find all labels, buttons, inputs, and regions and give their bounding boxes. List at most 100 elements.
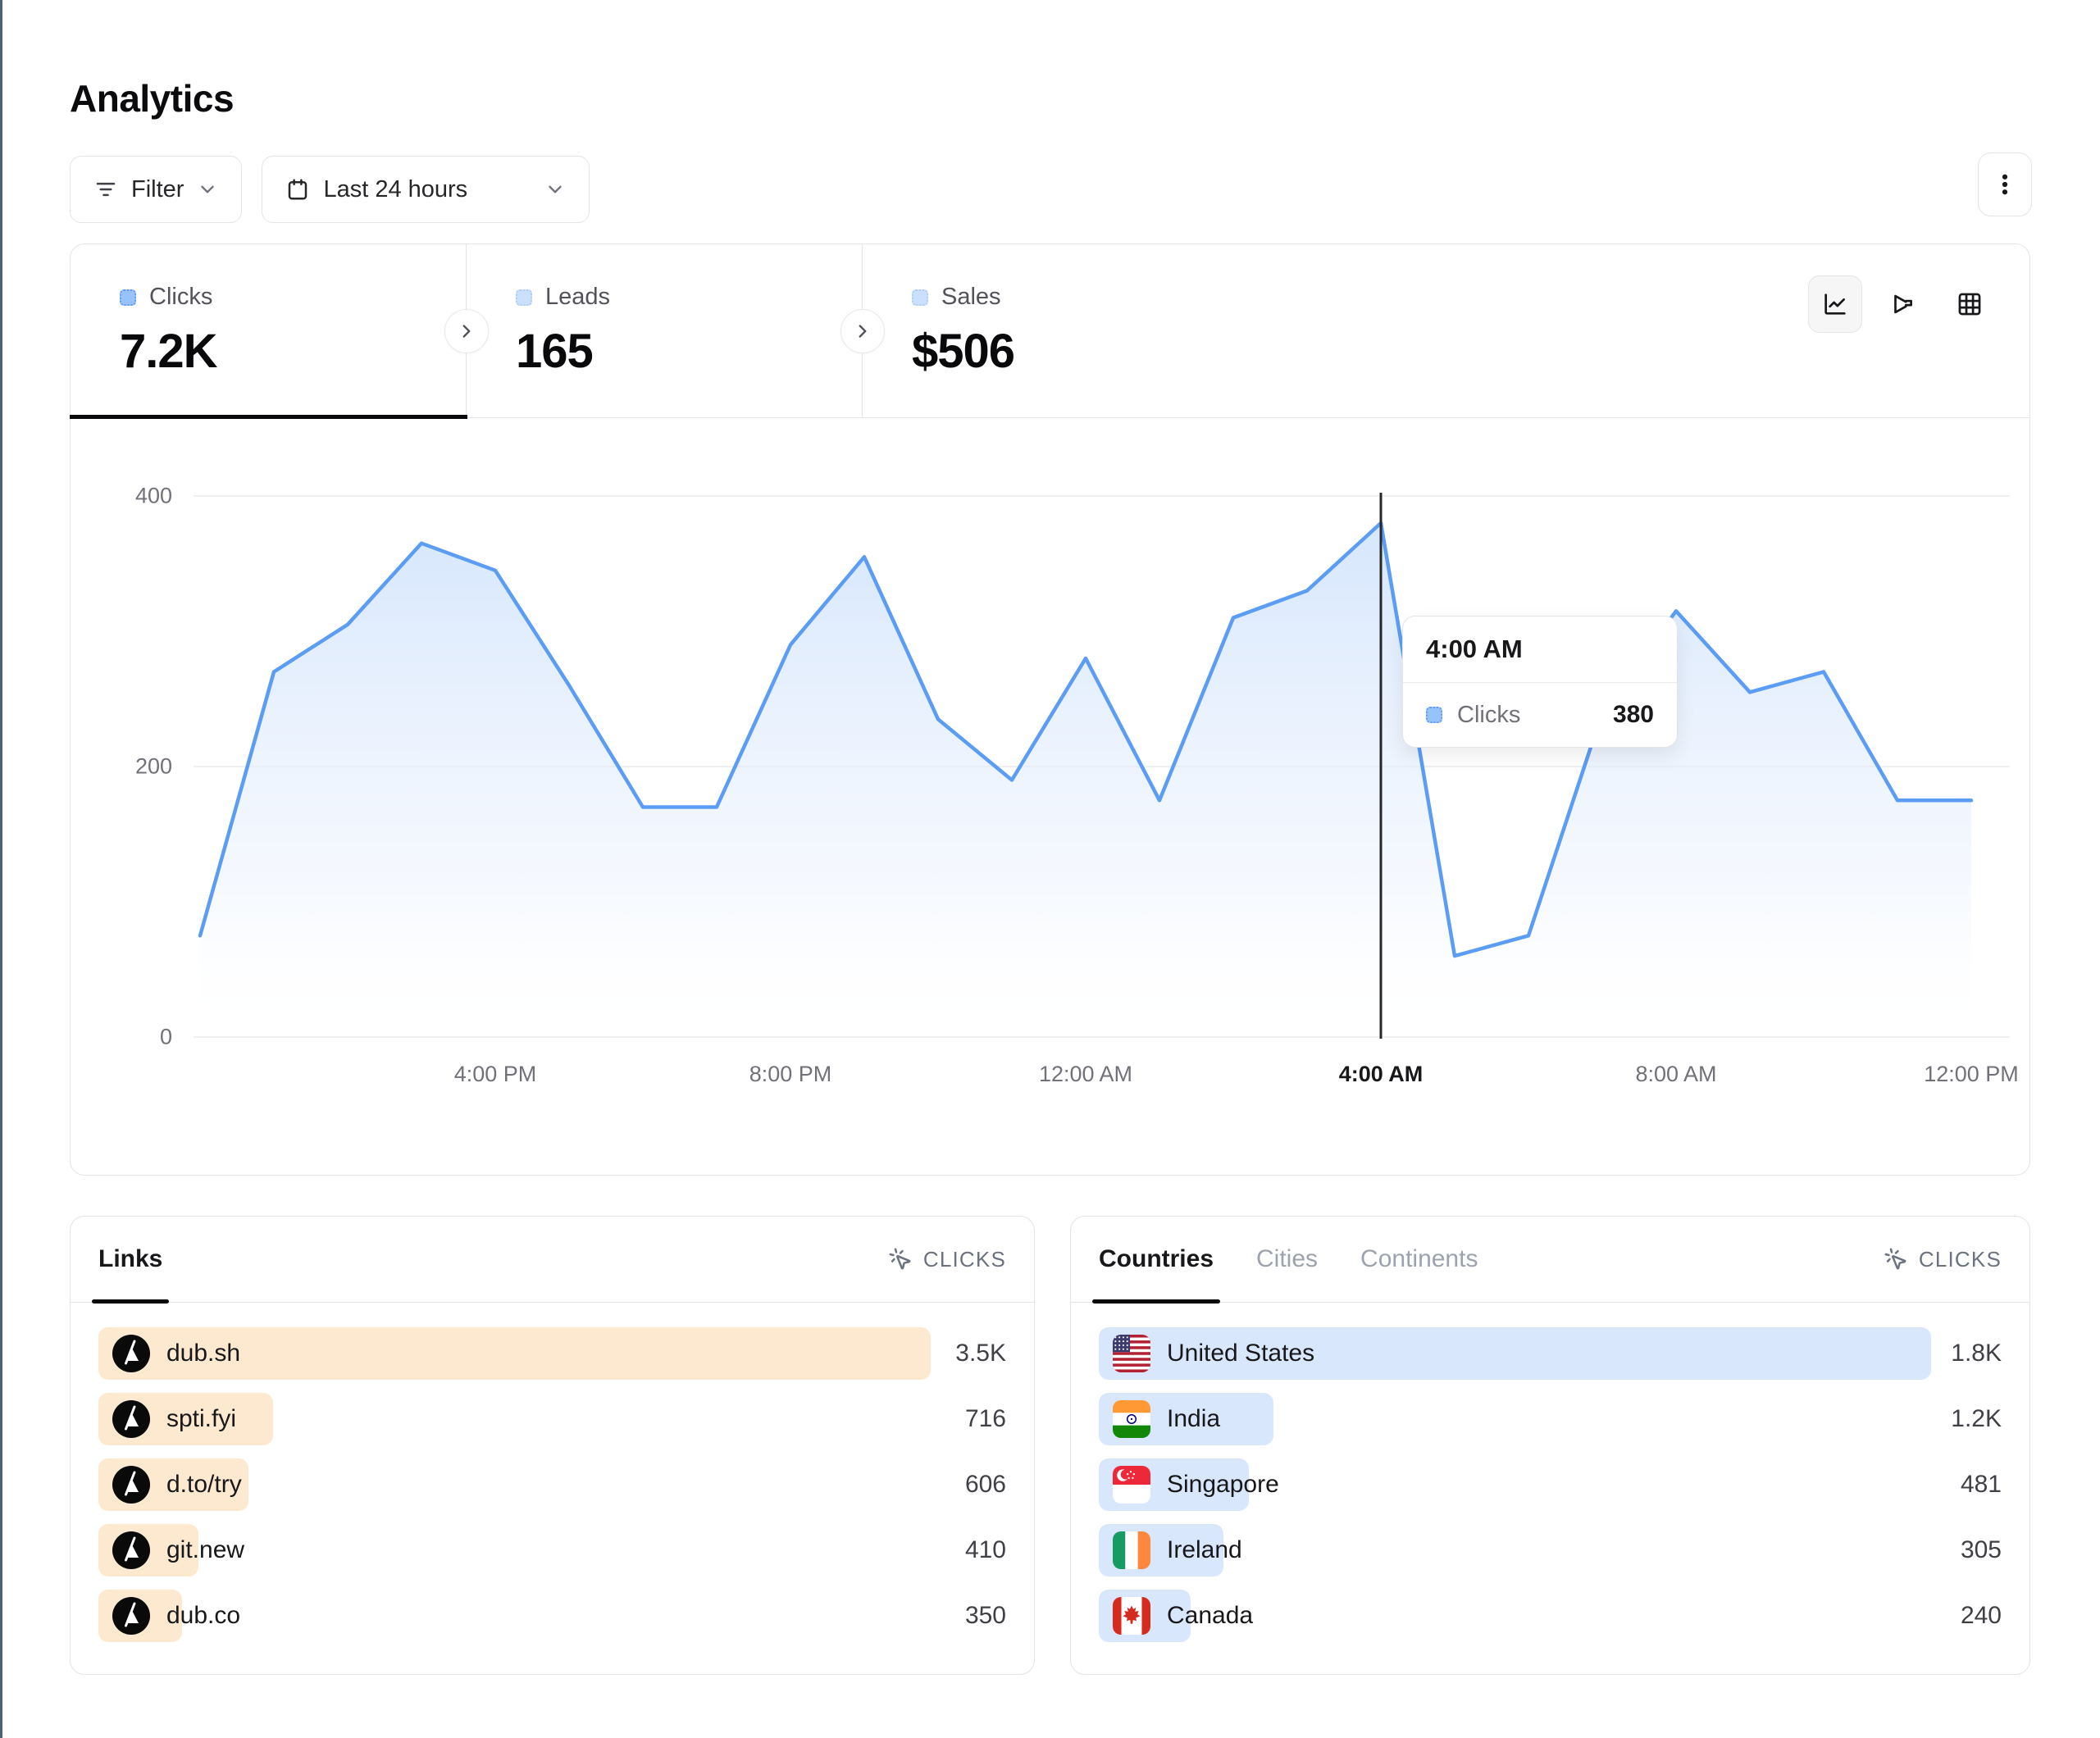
tooltip-time: 4:00 AM [1403, 616, 1677, 683]
tab-countries[interactable]: Countries [1099, 1217, 1214, 1302]
filter-icon [93, 177, 118, 202]
country-row[interactable]: Singapore 481 [1099, 1458, 2002, 1511]
row-name: dub.co [166, 1602, 240, 1630]
tooltip-series-label: Clicks [1457, 702, 1520, 729]
row-name: dub.sh [166, 1340, 240, 1367]
date-range-button[interactable]: Last 24 hours [262, 156, 590, 223]
links-panel: Links CLICKS dub.sh 3.5K spti.fyi 716 d.to/t… [70, 1216, 1035, 1675]
grid-icon [1956, 290, 1984, 318]
metric-value: $506 [912, 324, 1259, 379]
tooltip-value: 380 [1613, 701, 1654, 729]
row-value: 410 [965, 1536, 1006, 1564]
x-tick-label: 4:00 AM [1339, 1062, 1424, 1087]
country-row[interactable]: Ireland 305 [1099, 1524, 2002, 1576]
dots-vertical-icon [1991, 171, 2019, 198]
metric-tabs-row: Clicks 7.2K Leads 165 Sales $506 [71, 244, 2029, 418]
clicks-chart[interactable]: 4002000 4:00 PM8:00 PM12:00 AM4:00 AM8:0… [194, 493, 2010, 1042]
row-value: 305 [1961, 1536, 2002, 1564]
in-flag-icon [1113, 1400, 1150, 1438]
tab-continents[interactable]: Continents [1360, 1217, 1478, 1302]
tab-links-label: Links [98, 1245, 162, 1273]
row-name: India [1167, 1405, 1220, 1433]
row-value: 3.5K [955, 1340, 1006, 1367]
filter-button-label: Filter [131, 176, 184, 203]
row-name: git.new [166, 1536, 244, 1564]
left-edge-accent [0, 0, 2, 1738]
tab-sales[interactable]: Sales $506 [863, 244, 1259, 417]
dub-logo-icon [112, 1466, 150, 1504]
tab-clicks[interactable]: Clicks 7.2K [71, 244, 467, 417]
area-chart-svg [194, 493, 2010, 1042]
tab-leads[interactable]: Leads 165 [467, 244, 863, 417]
link-row[interactable]: dub.sh 3.5K [98, 1327, 1006, 1380]
metric-value: 7.2K [120, 324, 466, 379]
area-fill [200, 523, 1971, 1037]
metric-label: Clicks [149, 284, 212, 311]
cursor-click-icon [888, 1247, 913, 1272]
analytics-card: Clicks 7.2K Leads 165 Sales $506 [70, 243, 2030, 1176]
dub-logo-icon [112, 1400, 150, 1438]
y-tick-label: 0 [160, 1025, 172, 1050]
x-tick-label: 8:00 PM [749, 1062, 832, 1087]
y-tick-label: 400 [135, 484, 172, 509]
row-value: 350 [965, 1602, 1006, 1630]
metric-value: 165 [516, 324, 862, 379]
us-flag-icon [1113, 1335, 1150, 1372]
ca-flag-icon [1113, 1597, 1150, 1635]
filter-button[interactable]: Filter [70, 156, 242, 223]
row-name: Ireland [1167, 1536, 1242, 1564]
tab-continents-label: Continents [1360, 1245, 1478, 1273]
link-row[interactable]: spti.fyi 716 [98, 1393, 1006, 1445]
links-metric-label: CLICKS [923, 1247, 1006, 1272]
calendar-icon [285, 177, 310, 202]
line-chart-view-button[interactable] [1808, 275, 1862, 333]
countries-metric-header[interactable]: CLICKS [1884, 1247, 2002, 1272]
more-options-button[interactable] [1978, 152, 2032, 216]
date-range-label: Last 24 hours [323, 176, 467, 203]
x-tick-label: 12:00 AM [1039, 1062, 1132, 1087]
funnel-icon [1888, 290, 1916, 318]
chevron-down-icon [197, 179, 218, 200]
country-row[interactable]: Canada240 [1099, 1590, 2002, 1642]
sales-legend-square [912, 289, 928, 306]
row-name: spti.fyi [166, 1405, 236, 1433]
tooltip-legend-square [1426, 707, 1442, 723]
dub-logo-icon [112, 1335, 150, 1372]
chevron-right-icon [456, 321, 477, 342]
row-value: 481 [1961, 1471, 2002, 1499]
tab-links[interactable]: Links [98, 1217, 162, 1302]
row-value: 1.2K [1951, 1405, 2002, 1433]
row-name: United States [1167, 1340, 1314, 1367]
row-value: 606 [965, 1471, 1006, 1499]
link-row[interactable]: d.to/try606 [98, 1458, 1006, 1511]
link-row[interactable]: dub.co 350 [98, 1590, 1006, 1642]
row-value: 716 [965, 1405, 1006, 1433]
page-title: Analytics [70, 76, 234, 121]
link-row[interactable]: git.new 410 [98, 1524, 1006, 1576]
expand-leads-button[interactable] [444, 309, 489, 353]
country-row[interactable]: India 1.2K [1099, 1393, 2002, 1445]
x-tick-label: 4:00 PM [454, 1062, 537, 1087]
table-view-button[interactable] [1943, 275, 1997, 333]
expand-sales-button[interactable] [840, 309, 885, 353]
row-value: 1.8K [1951, 1340, 2002, 1367]
line-chart-icon [1821, 290, 1849, 318]
x-tick-label: 8:00 AM [1635, 1062, 1716, 1087]
chevron-right-icon [852, 321, 873, 342]
chart-view-toggle [1808, 275, 1997, 333]
country-row[interactable]: United States 1.8K [1099, 1327, 2002, 1380]
metric-label: Sales [941, 284, 1001, 311]
funnel-view-button[interactable] [1875, 275, 1929, 333]
countries-list: United States 1.8K India 1.2K Singapore 481 Ir… [1071, 1303, 2029, 1642]
dub-logo-icon [112, 1597, 150, 1635]
ie-flag-icon [1113, 1531, 1150, 1569]
x-tick-label: 12:00 PM [1924, 1062, 2019, 1087]
sg-flag-icon [1113, 1466, 1150, 1504]
y-tick-label: 200 [135, 754, 172, 780]
cursor-click-icon [1884, 1247, 1908, 1272]
tab-cities[interactable]: Cities [1256, 1217, 1318, 1302]
links-metric-header[interactable]: CLICKS [888, 1247, 1006, 1272]
countries-panel: Countries Cities Continents CLICKS Unite… [1070, 1216, 2030, 1675]
row-name: Singapore [1167, 1471, 1279, 1499]
tab-countries-label: Countries [1099, 1245, 1214, 1273]
